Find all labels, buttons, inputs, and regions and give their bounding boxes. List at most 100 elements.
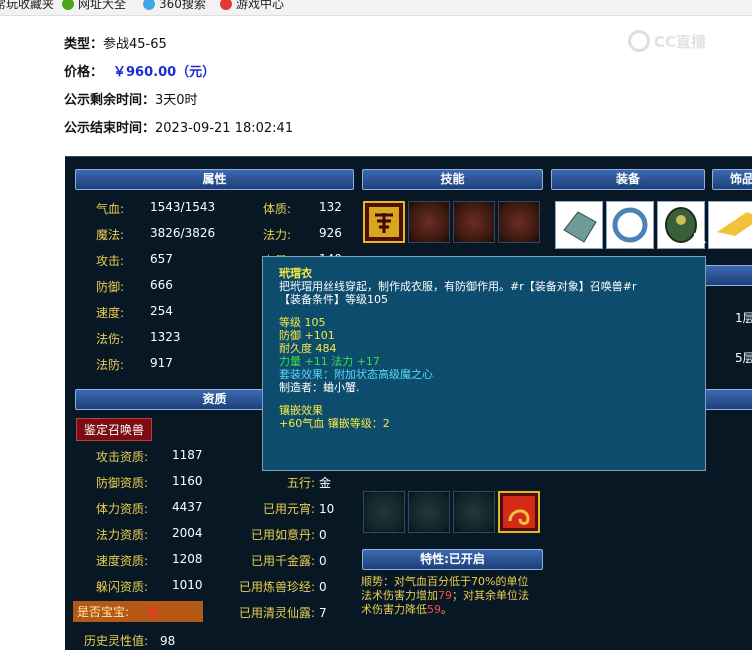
swirl-icon (503, 496, 535, 528)
bookmark-bar: 常玩收藏夹 网址大全 360搜索 游戏中心 (0, 0, 752, 16)
attr-label: 法防: (96, 358, 125, 372)
aptitude-row: 法力资质: 2004 (96, 526, 203, 543)
tooltip-maker: 制造者：蛐小蟹. (279, 381, 360, 394)
attr-row: 攻击: 657 (96, 252, 173, 269)
tooltip-set: 套装效果：附加状态高级魔之心 (279, 368, 433, 381)
skill-icon (369, 207, 399, 237)
aptitude2-label: 已用炼兽珍经: (238, 580, 315, 594)
attr-row: 防御: 666 (96, 278, 173, 295)
aptitude-label: 法力资质: (96, 528, 149, 542)
armor-scale-icon (563, 211, 597, 243)
treasure-box: 是否宝宝: 是 (73, 601, 203, 622)
wing-icon (717, 212, 752, 236)
aptitude2-label: 已用千金露: (250, 554, 315, 568)
aptitude-row: 体力资质: 4437 (96, 500, 203, 517)
aptitude2-value: 10 (319, 502, 335, 516)
skill-slot-4[interactable] (498, 201, 540, 243)
tooltip-str-mag: 力量 +11 法力 +17 (279, 355, 380, 368)
ring-icon (612, 207, 648, 243)
aptitude2-value: 0 (319, 580, 327, 594)
attr-header: 属性 (75, 169, 354, 190)
aptitude-label: 速度资质: (96, 554, 149, 568)
aptitude2-label: 已用元宵: (262, 502, 315, 516)
aptitude2-value: 0 (319, 554, 327, 568)
skill-slot-2[interactable] (408, 201, 450, 243)
equip-slot-1[interactable] (555, 201, 603, 249)
attr-row: 魔法: 3826/3826 (96, 226, 215, 243)
bookmark-360search[interactable]: 360搜索 (143, 0, 206, 12)
aptitude2-label: 五行: (286, 476, 315, 490)
bottom-slot-2[interactable] (408, 491, 450, 533)
aptitude-value: 1208 (172, 552, 203, 566)
aptitude-label: 躲闪资质: (96, 580, 149, 594)
aptitude2-row: 已用清灵仙露: 7 (225, 604, 360, 621)
tooltip-inlay-title: 镶嵌效果 (279, 404, 323, 417)
aptitude2-label: 已用清灵仙露: (238, 606, 315, 620)
tooltip-def: 防御 +101 (279, 329, 335, 342)
aptitude-row: 攻击资质: 1187 (96, 448, 203, 465)
search-360-icon (143, 0, 155, 10)
aptitude2-label: 已用如意丹: (250, 528, 315, 542)
bookmark-sites[interactable]: 网址大全 (62, 0, 126, 12)
skill-slot-1[interactable] (363, 201, 405, 243)
aptitude-value: 2004 (172, 526, 203, 540)
aptitude2-row: 已用元宵: 10 (225, 500, 360, 517)
acc-slot-1[interactable] (708, 201, 752, 249)
identify-pet-button[interactable]: 鉴定召唤兽 (76, 418, 153, 441)
aptitude-value: 1187 (172, 448, 203, 462)
listing-price: 价格： ￥960.00（元） (64, 65, 216, 80)
aptitude2-value: 0 (319, 528, 327, 542)
aptitude-label: 防御资质: (96, 476, 149, 490)
attr-label: 法伤: (96, 332, 125, 346)
equip-header: 装备 (551, 169, 705, 190)
aptitude-row: 躲闪资质: 1010 (96, 578, 203, 595)
attr-row: 速度: 254 (96, 304, 173, 321)
tooltip-dura: 耐久度 484 (279, 342, 337, 355)
aptitude2-value: 金 (319, 476, 332, 490)
floor-1: 1层 (735, 311, 752, 325)
aptitude-label: 体力资质: (96, 502, 149, 516)
attr-value: 1543/1543 (150, 200, 216, 214)
bookmark-favorites[interactable]: 常玩收藏夹 (0, 0, 54, 12)
aptitude-value: 1010 (172, 578, 203, 592)
trait-text: 顺势：对气血百分低于70%的单位 法术伤害力增加79；对其余单位法 术伤害力降低… (361, 575, 529, 616)
listing-end-time: 公示结束时间：2023-09-21 18:02:41 (64, 121, 294, 136)
cc-logo-icon (628, 30, 650, 52)
aptitude2-row: 已用如意丹: 0 (225, 526, 360, 543)
bottom-slot-1[interactable] (363, 491, 405, 533)
aptitude-label: 攻击资质: (96, 450, 149, 464)
bottom-slot-4[interactable] (498, 491, 540, 533)
floor-5: 5层 (735, 351, 752, 365)
attr2-label: 体质: (263, 202, 292, 216)
skill-slot-3[interactable] (453, 201, 495, 243)
attr2-value: 132 (319, 200, 342, 214)
bookmark-game-center[interactable]: 游戏中心 (220, 0, 284, 12)
aptitude-row: 防御资质: 1160 (96, 474, 203, 491)
attr2-label: 法力: (263, 228, 292, 242)
bottom-slot-3[interactable] (453, 491, 495, 533)
attr2-value: 926 (319, 226, 342, 240)
listing-remaining: 公示剩余时间：3天0时 (64, 93, 198, 108)
attr-label: 防御: (96, 280, 125, 294)
aptitude-row: 速度资质: 1208 (96, 552, 203, 569)
attr-row: 法伤: 1323 (96, 330, 181, 347)
attr-value: 657 (150, 252, 173, 266)
equip-slot-2[interactable] (606, 201, 654, 249)
attr-row: 气血: 1543/1543 (96, 200, 215, 217)
attr-row: 法防: 917 (96, 356, 173, 373)
attr-value: 254 (150, 304, 173, 318)
aptitude-value: 1160 (172, 474, 203, 488)
skill-header: 技能 (362, 169, 543, 190)
attr-value: 917 (150, 356, 173, 370)
aptitude2-row: 五行: 金 (225, 474, 360, 491)
attr-value: 1323 (150, 330, 181, 344)
tooltip-title: 玳瑁衣 (279, 267, 312, 280)
aptitude-value: 4437 (172, 500, 203, 514)
watermark: CC直播 (628, 30, 706, 52)
attr-label: 气血: (96, 202, 125, 216)
attr-value: 666 (150, 278, 173, 292)
listing-type: 类型：参战45-65 (64, 37, 167, 52)
attr-label: 攻击: (96, 254, 125, 268)
attr2-row: 法力: 926 (263, 226, 342, 243)
attr-value: 3826/3826 (150, 226, 216, 240)
